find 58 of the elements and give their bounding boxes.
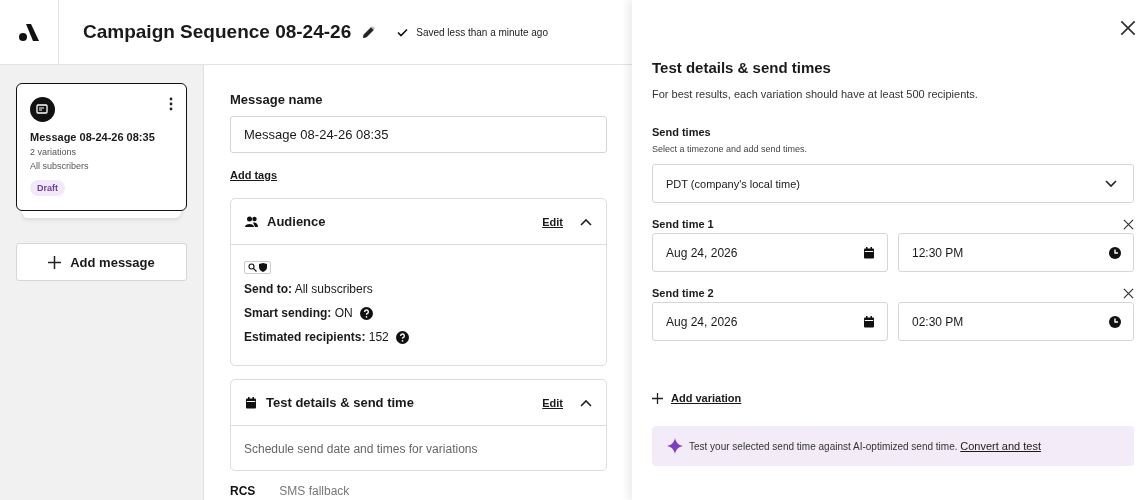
search-icon [248,263,257,272]
add-message-button[interactable]: Add message [16,243,187,281]
time-field[interactable]: 12:30 PM [898,233,1134,272]
message-name-field[interactable]: Message 08-24-26 08:35 [230,116,607,153]
section-description: Schedule send date and times for variations [244,441,479,458]
campaign-title: Campaign Sequence 08-24-26 [83,21,352,43]
banner-text: Test your selected send time against AI-optimized send time. Convert and test [689,440,1041,452]
more-icon[interactable] [169,97,173,111]
people-icon [245,216,258,227]
send-time-label: Send time 2 [652,287,714,299]
audience-detail: Smart sending: ON [244,306,353,320]
date-field[interactable]: Aug 24, 2026 [652,233,888,272]
channel-tab[interactable]: RCS [230,484,256,498]
check-icon [397,27,409,37]
field-hint: Select a timezone and add send times. [652,144,809,154]
section-title: Test details & send time [266,395,415,410]
chevron-down-icon[interactable] [1105,179,1117,188]
remove-button[interactable] [1123,287,1134,299]
channel-tab[interactable]: SMS fallback [279,484,350,498]
timezone-select[interactable]: PDT (company's local time) [652,164,1134,203]
plus-icon[interactable] [48,255,62,269]
calendar-icon[interactable] [863,246,875,259]
section-title: Audience [267,214,327,229]
pencil-icon[interactable] [363,26,376,38]
date-field[interactable]: Aug 24, 2026 [652,302,888,341]
plus-icon[interactable] [652,392,663,404]
field-label: Send times [652,126,712,138]
edit-link[interactable]: Edit [542,396,563,409]
clock-icon[interactable] [1109,246,1121,259]
save-status: Saved less than a minute ago [416,26,548,38]
edit-link[interactable]: Edit [542,215,563,228]
chevron-up-icon[interactable] [580,398,592,407]
audience-detail: Send to: All subscribers [244,282,373,296]
sparkle-icon [667,438,683,454]
drawer-subtitle: For best results, each variation should have at least 500 recipients. [652,88,979,100]
remove-button[interactable] [1123,218,1134,230]
audience-detail: Estimated recipients: 152 [244,330,389,344]
logo-icon[interactable] [19,23,39,41]
drawer-title: Test details & send times [652,59,832,76]
variation-count: 2 variations [30,147,78,157]
time-field[interactable]: 02:30 PM [898,302,1134,341]
shield-icon [259,263,267,272]
convert-link[interactable]: Convert and test [960,440,1041,452]
send-time-label: Send time 1 [652,218,714,230]
chevron-up-icon[interactable] [580,217,592,226]
message-icon [30,97,55,122]
help-icon[interactable] [359,306,373,320]
calendar-icon[interactable] [863,315,875,328]
clock-icon[interactable] [1109,315,1121,328]
message-card[interactable]: Message 08-24-26 08:35 2 variations All subscribers Draft [16,83,187,211]
add-variation-link[interactable]: Add variation [671,392,742,404]
audience-text: All subscribers [30,161,90,171]
field-label: Message name [230,92,324,107]
add-tags-link[interactable]: Add tags [230,169,278,181]
status-badge: Draft [30,180,65,196]
help-icon[interactable] [395,330,409,344]
calendar-icon[interactable] [245,396,257,409]
message-name: Message 08-24-26 08:35 [30,131,156,143]
